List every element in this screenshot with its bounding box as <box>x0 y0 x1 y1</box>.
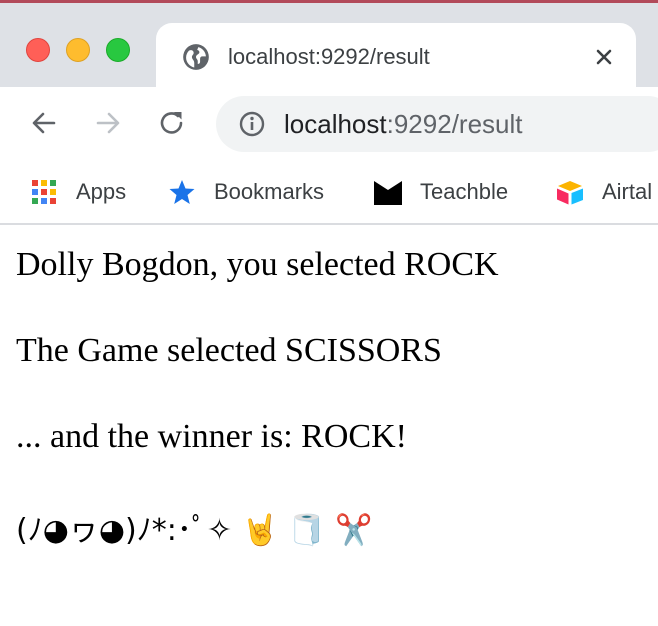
tab-strip: localhost:9292/result <box>0 3 658 90</box>
bookmark-apps[interactable]: Apps <box>30 172 126 212</box>
browser-tab[interactable]: localhost:9292/result <box>156 23 636 90</box>
close-window-button[interactable] <box>26 38 50 62</box>
bookmark-label: Teachble <box>420 179 509 204</box>
page-content: Dolly Bogdon, you selected ROCK The Game… <box>0 225 658 626</box>
bookmark-label: Airtal <box>602 179 653 204</box>
bookmark-teachble[interactable]: Teachble <box>374 172 508 212</box>
winner-text: ... and the winner is: ROCK! <box>16 418 407 455</box>
back-arrow-icon[interactable] <box>28 107 60 139</box>
airtable-logo-icon <box>557 181 583 205</box>
reload-icon[interactable] <box>156 107 188 139</box>
globe-icon <box>183 44 209 70</box>
tab-title: localhost:9292/result <box>228 44 430 69</box>
zoom-window-button[interactable] <box>106 38 130 62</box>
url-text[interactable]: localhost:9292/result <box>284 106 523 142</box>
bookmark-bookmarks[interactable]: Bookmarks <box>168 172 324 212</box>
bookmark-airtable[interactable]: Airtal <box>556 172 652 212</box>
bookmarks-bar: Apps Bookmarks Teachble Airtal <box>0 161 658 225</box>
url-path: :9292/result <box>386 109 523 139</box>
star-icon <box>169 180 195 204</box>
celebration-text: (ﾉ◕ヮ◕)ﾉ*:･ﾟ✧ 🤘 🧻 ✂️ <box>16 513 373 548</box>
forward-arrow-icon[interactable] <box>92 107 124 139</box>
minimize-window-button[interactable] <box>66 38 90 62</box>
info-icon[interactable] <box>238 110 266 138</box>
browser-toolbar: localhost:9292/result <box>0 87 658 161</box>
address-bar[interactable]: localhost:9292/result <box>216 96 658 152</box>
close-tab-icon[interactable] <box>588 41 620 73</box>
teachable-logo-icon <box>374 181 402 205</box>
apps-grid-icon <box>32 180 56 204</box>
bookmark-label: Bookmarks <box>214 179 325 204</box>
url-host: localhost <box>284 109 387 139</box>
bookmark-label: Apps <box>76 179 127 204</box>
player-selection-text: Dolly Bogdon, you selected ROCK <box>16 246 499 283</box>
game-selection-text: The Game selected SCISSORS <box>16 332 442 369</box>
